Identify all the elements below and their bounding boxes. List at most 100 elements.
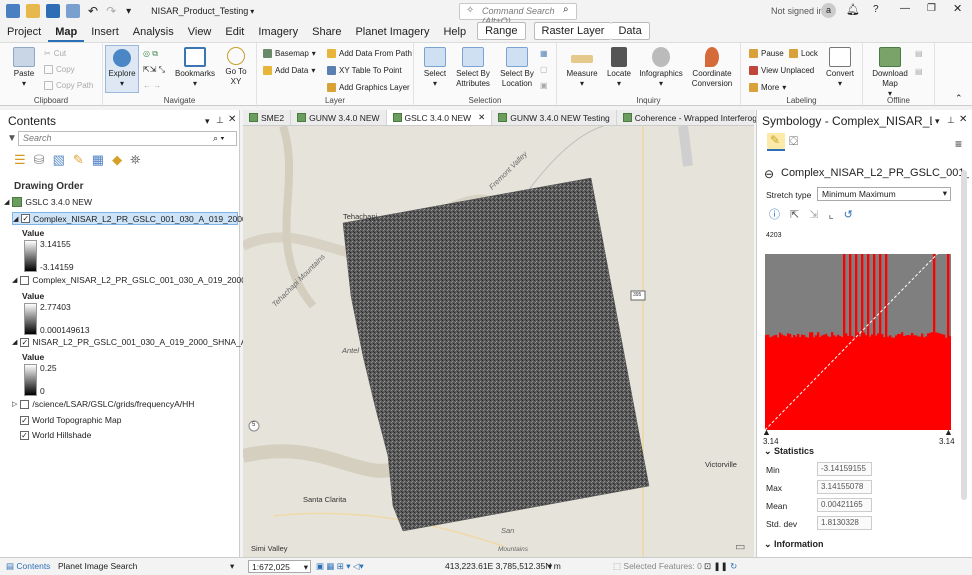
layer-item-1[interactable]: ◢ ✓ Complex_NISAR_L2_PR_GSLC_001_030_A_019… bbox=[12, 212, 287, 225]
chevron-down-icon[interactable]: ▾ bbox=[230, 561, 234, 572]
remove-offline-icon[interactable]: ▤ bbox=[915, 67, 923, 76]
convert-button[interactable]: Convert ▾ bbox=[823, 47, 857, 89]
close-icon[interactable]: ✕ bbox=[953, 2, 962, 15]
map-tab-gunw-testing[interactable]: GUNW 3.4.0 NEW Testing bbox=[492, 110, 617, 125]
map-tab-gslc[interactable]: GSLC 3.4.0 NEW ✕ bbox=[386, 110, 493, 125]
collapse-icon[interactable]: ◢ bbox=[4, 198, 9, 206]
paste-button[interactable]: Paste ▾ bbox=[10, 47, 38, 89]
layer-item-5[interactable]: ✓ World Topographic Map bbox=[20, 415, 121, 425]
cut-button[interactable]: ✂ Cut bbox=[44, 49, 66, 58]
undo-icon[interactable]: ↶ bbox=[88, 4, 98, 18]
coordinate-conversion-button[interactable]: Coordinate Conversion bbox=[689, 47, 735, 89]
previous-extent-icon[interactable]: ← → bbox=[143, 81, 161, 90]
measure-button[interactable]: Measure ▾ bbox=[565, 47, 599, 89]
symbology-scrollbar[interactable] bbox=[961, 170, 967, 500]
map-tab-gunw[interactable]: GUNW 3.4.0 NEW bbox=[291, 110, 387, 125]
tab-help[interactable]: Help bbox=[436, 26, 473, 42]
help-icon[interactable]: ? bbox=[873, 4, 879, 15]
tab-project[interactable]: Project bbox=[0, 26, 48, 42]
explore-button[interactable]: Explore ▾ bbox=[105, 45, 139, 93]
map-canvas[interactable] bbox=[243, 126, 754, 557]
search-icon[interactable]: ⌕ ▾ bbox=[213, 133, 224, 144]
layer-item-6[interactable]: ✓ World Hillshade bbox=[20, 430, 91, 440]
expand-icon[interactable]: ◢ bbox=[12, 276, 17, 284]
filter-icon[interactable]: ▼ bbox=[7, 133, 17, 144]
editing-icon[interactable]: ✎ bbox=[73, 152, 84, 168]
layer-visibility-checkbox[interactable]: ✓ bbox=[20, 415, 29, 425]
sync-icon[interactable]: ▤ bbox=[915, 49, 923, 58]
add-data-button[interactable]: Add Data ▾ bbox=[263, 66, 315, 75]
snapping-icon[interactable]: ▦ bbox=[92, 152, 104, 168]
histogram-chart[interactable] bbox=[765, 240, 951, 430]
pane-options-icon[interactable]: ▾ bbox=[935, 116, 940, 127]
basemap-button[interactable]: Basemap ▾ bbox=[263, 49, 316, 58]
map-view[interactable]: Tehachapi Tehachapi Mountains Fremont Va… bbox=[243, 126, 754, 557]
stretch-max-handle[interactable]: ▲ bbox=[944, 427, 953, 437]
map-tools-icons[interactable]: ▣ ▦ ⊞ ▾ ◁▾ bbox=[316, 561, 364, 572]
layer-visibility-checkbox[interactable] bbox=[20, 275, 30, 285]
tab-analysis[interactable]: Analysis bbox=[126, 26, 181, 42]
tab-raster-layer[interactable]: Raster Layer bbox=[533, 22, 612, 40]
zoom-in-histogram-icon[interactable]: ⇱ bbox=[790, 208, 799, 221]
refresh-controls[interactable]: ⊡ ❚❚ ↻ bbox=[704, 561, 737, 572]
tab-planet-imagery[interactable]: Planet Imagery bbox=[348, 26, 436, 42]
pin-icon[interactable]: ⊥ bbox=[947, 115, 955, 126]
planet-search-tab[interactable]: Planet Image Search bbox=[58, 561, 137, 571]
locate-button[interactable]: Locate ▾ bbox=[605, 47, 633, 89]
map-tab-coherence[interactable]: Coherence - Wrapped Interferogram bbox=[617, 110, 779, 125]
tab-imagery[interactable]: Imagery bbox=[251, 26, 305, 42]
customize-qat-icon[interactable]: ▾ bbox=[126, 6, 131, 17]
expand-icon[interactable]: ▷ bbox=[12, 400, 17, 408]
tab-edit[interactable]: Edit bbox=[218, 26, 251, 42]
save-icon[interactable] bbox=[46, 4, 60, 18]
restore-icon[interactable]: ❐ bbox=[927, 3, 936, 14]
avatar[interactable]: a bbox=[821, 3, 836, 18]
download-map-button[interactable]: Download Map ▾ bbox=[871, 47, 909, 99]
expand-icon[interactable]: ◢ bbox=[12, 338, 17, 346]
statistics-section-header[interactable]: ⌄ Statistics bbox=[764, 446, 814, 457]
search-icon[interactable]: ⌕ bbox=[563, 4, 569, 15]
tab-data[interactable]: Data bbox=[611, 22, 650, 40]
reset-icon[interactable]: ↺ bbox=[844, 208, 853, 221]
tab-view[interactable]: View bbox=[181, 26, 219, 42]
information-section-header[interactable]: ⌄ Information bbox=[764, 539, 824, 550]
stretch-type-select[interactable]: Minimum Maximum ▾ bbox=[817, 187, 951, 201]
view-unplaced-button[interactable]: View Unplaced bbox=[749, 66, 814, 75]
attributes-icon[interactable]: ▦ bbox=[540, 49, 548, 58]
map-tab-sme2[interactable]: SME2 bbox=[243, 110, 292, 125]
fixed-zoom-icon[interactable]: ⇱⇲ ⤡ bbox=[143, 65, 165, 75]
drawing-order-icon[interactable]: ☰ bbox=[14, 152, 26, 168]
layer-visibility-checkbox[interactable]: ✓ bbox=[21, 214, 31, 223]
open-icon[interactable] bbox=[26, 4, 40, 18]
tab-map[interactable]: Map bbox=[48, 26, 85, 42]
expand-icon[interactable]: ◢ bbox=[13, 215, 18, 223]
redo-icon[interactable]: ↷ bbox=[106, 4, 116, 18]
full-extent-icon[interactable]: ◎ ⧉ bbox=[143, 49, 158, 59]
map-scale-select[interactable]: 1:672,025 ▾ bbox=[248, 560, 311, 573]
chevron-down-icon[interactable]: ▾ bbox=[250, 7, 254, 16]
primary-symbology-tab[interactable]: ✎ bbox=[767, 133, 785, 151]
notification-bell-icon[interactable]: 🔔︎ bbox=[846, 3, 860, 16]
pane-options-icon[interactable]: ▾ bbox=[205, 116, 210, 127]
collapse-ribbon-icon[interactable]: ⌃ bbox=[955, 93, 963, 104]
selection-icon[interactable]: ▧ bbox=[53, 152, 65, 168]
zoom-out-histogram-icon[interactable]: ⇲ bbox=[809, 208, 818, 221]
copy-button[interactable]: Copy bbox=[44, 65, 75, 74]
info-icon[interactable]: ⓘ bbox=[769, 206, 780, 222]
xy-table-to-point-button[interactable]: XY Table To Point bbox=[327, 66, 402, 75]
zoom-to-selection-icon[interactable]: ▣ bbox=[540, 81, 548, 90]
minimize-icon[interactable]: — bbox=[900, 3, 910, 14]
infographics-button[interactable]: Infographics ▾ bbox=[639, 47, 683, 89]
tab-range[interactable]: Range bbox=[477, 22, 526, 40]
close-icon[interactable]: ✕ bbox=[959, 114, 967, 125]
chevron-down-icon[interactable]: ▾ bbox=[548, 561, 552, 572]
histogram-curve-icon[interactable]: ⌞ bbox=[828, 208, 833, 221]
selected-features[interactable]: ⬚ Selected Features: 0 bbox=[613, 561, 702, 572]
copy-path-button[interactable]: Copy Path bbox=[44, 81, 93, 90]
labeling-icon[interactable]: ◆ bbox=[112, 152, 122, 168]
clear-selection-icon[interactable]: ▢ bbox=[540, 65, 548, 74]
pause-labeling-button[interactable]: Pause bbox=[749, 49, 784, 58]
tab-insert[interactable]: Insert bbox=[84, 26, 126, 42]
close-icon[interactable]: ✕ bbox=[228, 114, 236, 125]
add-data-from-path-button[interactable]: Add Data From Path bbox=[327, 49, 412, 58]
